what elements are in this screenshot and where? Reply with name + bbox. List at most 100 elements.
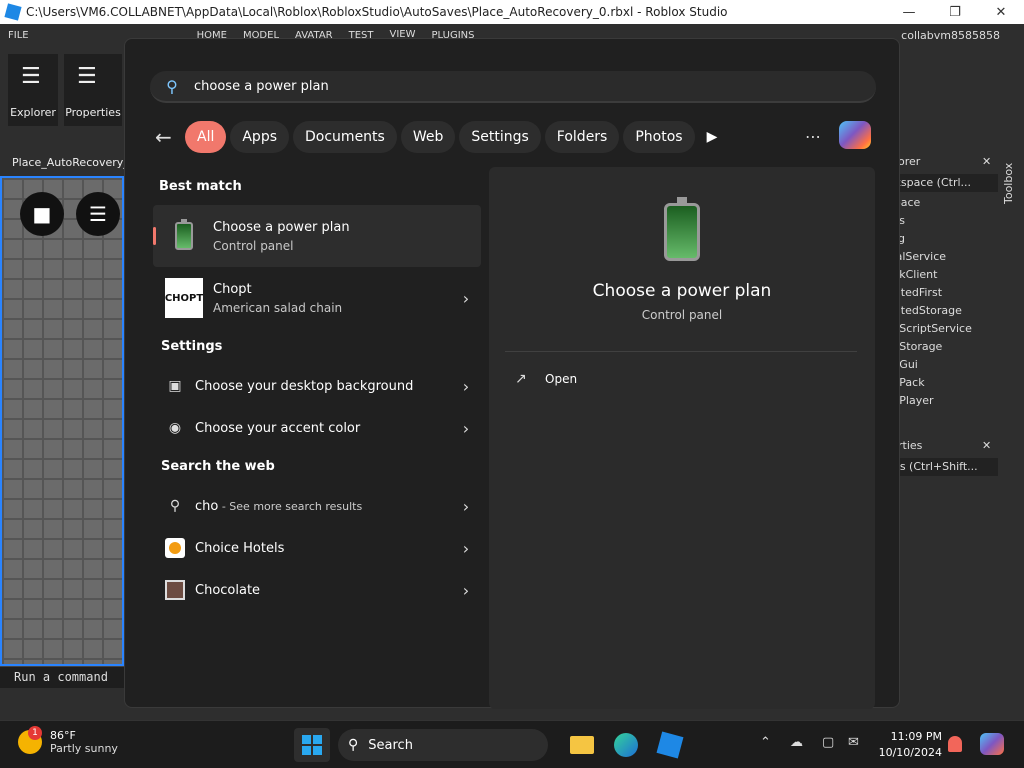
username[interactable]: collabvm8585858: [901, 29, 1000, 42]
detail-subtitle: Control panel: [641, 308, 723, 322]
chevron-right-icon[interactable]: ›: [451, 289, 481, 308]
result-title: Chocolate: [195, 582, 261, 598]
explorer-row[interactable]: ing: [886, 230, 998, 248]
battery-icon: [165, 217, 203, 255]
roblox-logo-button[interactable]: ■: [20, 192, 64, 236]
close-button[interactable]: ✕: [978, 5, 1024, 20]
edge-browser-icon[interactable]: [608, 728, 644, 762]
menu-file[interactable]: FILE: [8, 30, 29, 41]
copilot-icon[interactable]: [839, 121, 871, 149]
result-chocolate[interactable]: Chocolate ›: [153, 569, 481, 611]
see-more-text: - See more search results: [218, 499, 363, 513]
temperature: 86°F: [50, 729, 76, 742]
explorer-row[interactable]: space: [886, 194, 998, 212]
back-arrow-icon[interactable]: ←: [155, 125, 185, 149]
weather-condition: Partly sunny: [50, 742, 118, 755]
results-list: Best match Choose a power plan Control p…: [153, 169, 481, 611]
battery-large-icon: [664, 197, 700, 261]
result-desktop-background[interactable]: ▣ Choose your desktop background ›: [153, 365, 481, 407]
chevron-right-icon[interactable]: ›: [451, 377, 481, 396]
result-chopt[interactable]: CHOPT Chopt American salad chain ›: [153, 267, 481, 329]
network-icon[interactable]: ☁: [790, 735, 803, 750]
copilot-tray-icon[interactable]: [980, 733, 1004, 755]
chevron-right-icon[interactable]: ›: [451, 419, 481, 438]
title-bar: C:\Users\VM6.COLLABNET\AppData\Local\Rob…: [0, 0, 1024, 24]
search-box[interactable]: ⚲: [150, 71, 876, 103]
explorer-filter[interactable]: rkspace (Ctrl...: [886, 174, 998, 192]
taskbar: 1 86°F Partly sunny ⚲ Search ⌃ ☁ ▢ ✉ 11:…: [0, 720, 1024, 768]
detail-title: Choose a power plan: [592, 281, 772, 301]
command-bar[interactable]: Run a command: [0, 666, 124, 688]
explorer-title: orer: [898, 155, 921, 168]
filter-web[interactable]: Web: [400, 121, 456, 153]
search-icon: ⚲: [166, 76, 178, 96]
volume-icon[interactable]: ✉: [848, 735, 859, 750]
notification-bell-icon[interactable]: [948, 736, 962, 752]
viewport-3d[interactable]: ■ ☰: [0, 176, 124, 666]
close-panel-icon[interactable]: ✕: [982, 439, 998, 456]
clock[interactable]: 11:09 PM 10/10/2024: [876, 729, 942, 761]
file-explorer-icon[interactable]: [564, 728, 600, 762]
divider: [505, 351, 857, 352]
open-external-icon: ↗: [515, 371, 527, 387]
result-web-search[interactable]: ⚲ cho - See more search results ›: [153, 485, 481, 527]
explorer-row[interactable]: catedStorage: [886, 302, 998, 320]
filter-settings[interactable]: Settings: [459, 121, 541, 153]
explorer-row[interactable]: catedFirst: [886, 284, 998, 302]
start-button[interactable]: [294, 728, 330, 762]
chevron-up-icon[interactable]: ⌃: [760, 735, 771, 750]
taskbar-search-label: Search: [368, 737, 413, 753]
toolbox-tab[interactable]: Toolbox: [1002, 150, 1022, 210]
result-title: Choose a power plan: [213, 219, 350, 235]
detail-pane: Choose a power plan Control panel ↗ Open: [489, 167, 875, 709]
hamburger-menu-icon[interactable]: ☰: [76, 192, 120, 236]
filter-apps[interactable]: Apps: [230, 121, 290, 153]
explorer-row[interactable]: erPlayer: [886, 392, 998, 410]
filter-all[interactable]: All: [185, 121, 227, 153]
display-icon[interactable]: ▢: [822, 735, 834, 750]
search-input[interactable]: [194, 78, 794, 94]
explorer-row[interactable]: orkClient: [886, 266, 998, 284]
search-icon: ⚲: [169, 498, 181, 514]
chevron-right-icon[interactable]: ›: [451, 539, 481, 558]
more-filters-play-icon[interactable]: ▶: [707, 129, 733, 145]
filter-documents[interactable]: Documents: [293, 121, 397, 153]
explorer-row[interactable]: ers: [886, 212, 998, 230]
explorer-panel: orer ✕ rkspace (Ctrl... space ers ing ri…: [886, 152, 998, 432]
settings-heading: Settings: [161, 339, 223, 354]
properties-ribbon-button[interactable]: ☰ Properties: [64, 54, 122, 126]
explorer-row[interactable]: rialService: [886, 248, 998, 266]
open-label: Open: [545, 372, 578, 386]
explorer-row[interactable]: erGui: [886, 356, 998, 374]
result-subtitle: Control panel: [213, 238, 294, 253]
result-accent-color[interactable]: ◉ Choose your accent color ›: [153, 407, 481, 449]
result-choose-power-plan[interactable]: Choose a power plan Control panel: [153, 205, 481, 267]
weather-widget[interactable]: 1 86°F Partly sunny: [18, 726, 118, 755]
chevron-right-icon[interactable]: ›: [451, 497, 481, 516]
document-tab[interactable]: Place_AutoRecovery_0: [0, 150, 124, 174]
minimize-button[interactable]: —: [886, 5, 932, 20]
chevron-right-icon[interactable]: ›: [451, 581, 481, 600]
time: 11:09 PM: [890, 730, 942, 743]
filter-folders[interactable]: Folders: [544, 121, 620, 153]
explorer-label: Explorer: [10, 106, 56, 119]
open-action[interactable]: ↗ Open: [515, 371, 577, 387]
more-options-icon[interactable]: ⋯: [805, 127, 821, 146]
close-panel-icon[interactable]: ✕: [982, 155, 998, 172]
taskbar-search[interactable]: ⚲ Search: [338, 729, 548, 761]
filter-photos[interactable]: Photos: [623, 121, 695, 153]
palette-icon: ◉: [168, 420, 182, 436]
roblox-studio-taskbar-icon[interactable]: [652, 728, 688, 762]
window-title: C:\Users\VM6.COLLABNET\AppData\Local\Rob…: [26, 5, 728, 19]
explorer-row[interactable]: erStorage: [886, 338, 998, 356]
maximize-button[interactable]: ❐: [932, 5, 978, 20]
search-web-heading: Search the web: [161, 459, 275, 474]
properties-icon: ☰: [77, 64, 97, 89]
properties-filter[interactable]: ies (Ctrl+Shift...: [886, 458, 998, 476]
explorer-ribbon-button[interactable]: ☰ Explorer: [8, 54, 58, 126]
result-choice-hotels[interactable]: Choice Hotels ›: [153, 527, 481, 569]
explorer-row[interactable]: erPack: [886, 374, 998, 392]
date: 10/10/2024: [878, 746, 942, 759]
properties-header: rties ✕: [886, 436, 998, 456]
explorer-row[interactable]: erScriptService: [886, 320, 998, 338]
